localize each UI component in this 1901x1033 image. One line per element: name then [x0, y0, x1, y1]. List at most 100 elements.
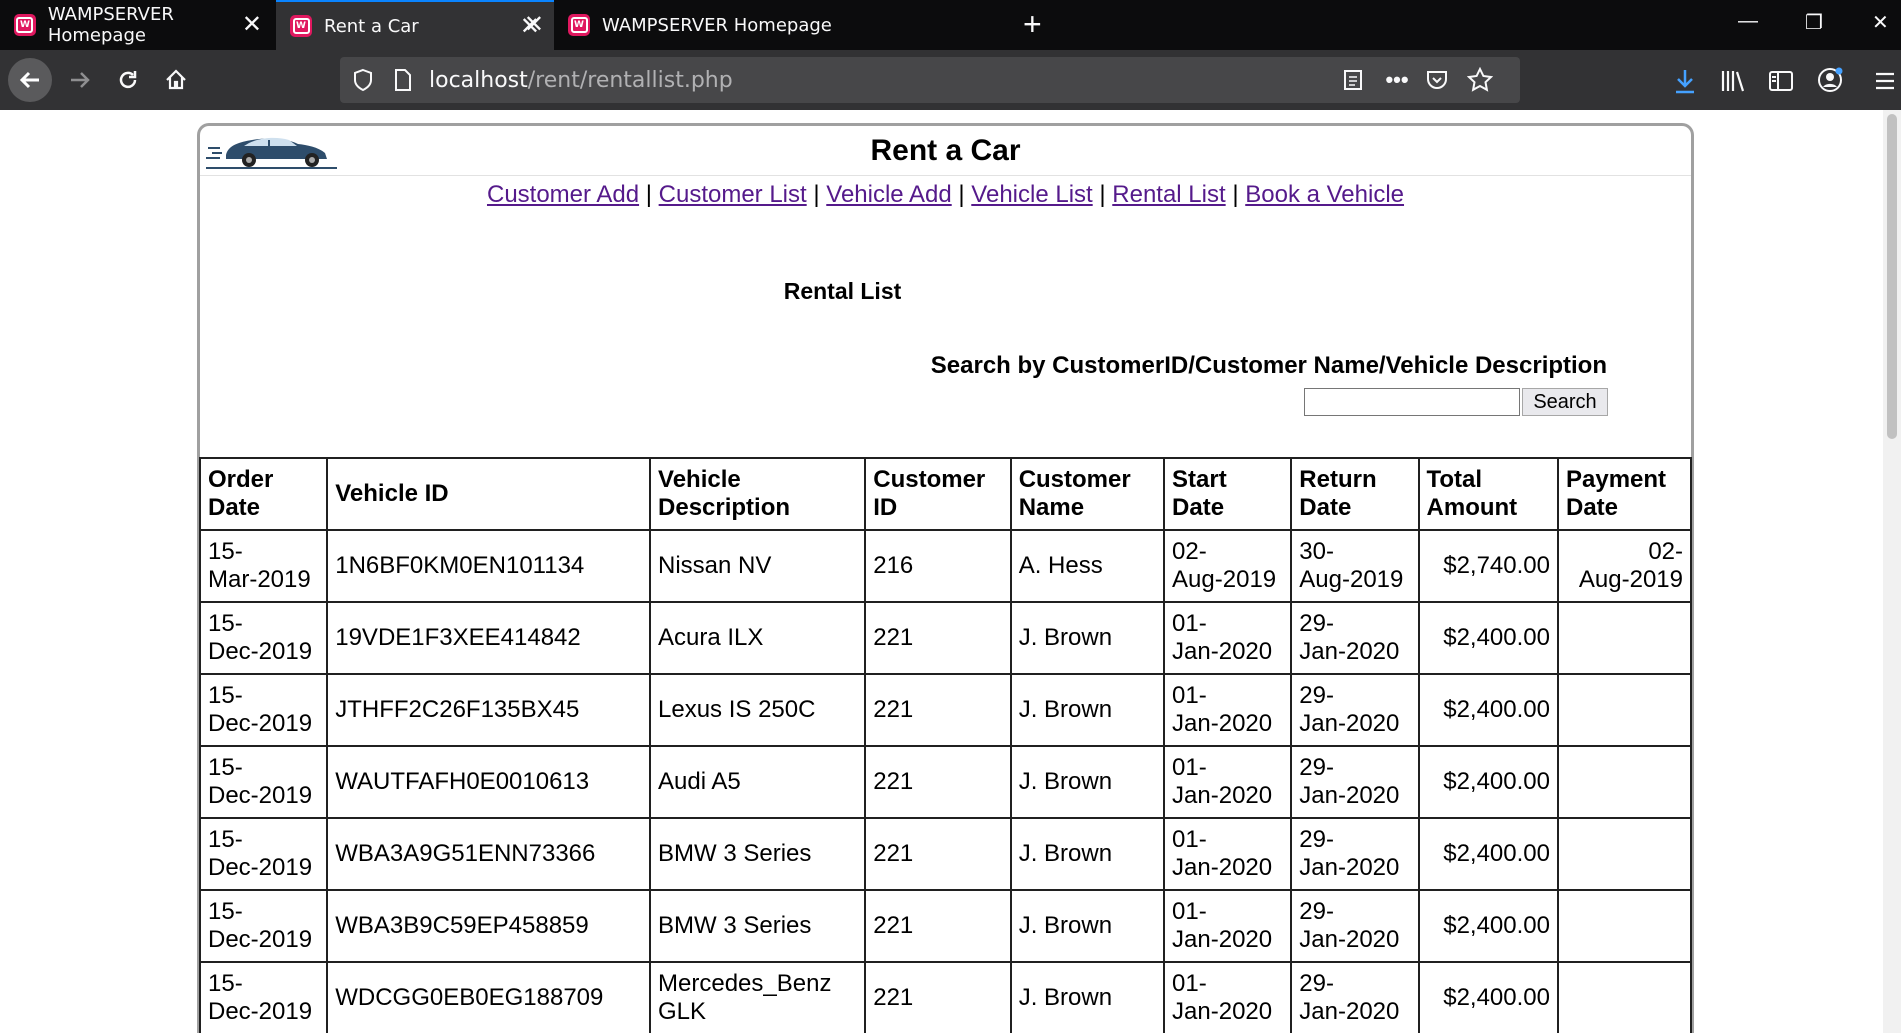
- cell-text: 15-: [208, 970, 243, 997]
- cell-vehicle-description: Lexus IS 250C: [649, 673, 867, 747]
- cell-customer-id: 216: [864, 529, 1012, 603]
- table-row: 15- Dec-2019 19VDE1F3XEE414842 Acura ILX 221…: [198, 601, 1692, 675]
- column-header-payment-date: Payment Date: [1557, 457, 1692, 531]
- menu-vehicle-add[interactable]: Vehicle Add: [826, 181, 951, 208]
- page-icon: [390, 67, 416, 93]
- download-icon[interactable]: [1670, 66, 1700, 96]
- column-header-customer-name: Customer Name: [1009, 457, 1166, 531]
- cell-order-date: 15- Dec-2019: [198, 889, 329, 963]
- cell-vehicle-id: JTHFF2C26F135BX45: [326, 673, 652, 747]
- column-header-vehicle-id: Vehicle ID: [326, 457, 652, 531]
- cell-customer-id: 221: [864, 673, 1012, 747]
- cell-text: Dec-2019: [208, 854, 313, 881]
- tab-title: WAMPSERVER Homepage: [602, 14, 832, 36]
- search-button[interactable]: Search: [1522, 388, 1608, 416]
- page-title: Rental List: [783, 278, 902, 304]
- restore-icon[interactable]: ❐: [1805, 10, 1823, 35]
- cell-payment-date: 02- Aug-2019: [1557, 529, 1692, 603]
- account-icon[interactable]: [1814, 64, 1846, 96]
- menu-customer-list[interactable]: Customer List: [659, 181, 807, 208]
- bookmark-star-icon[interactable]: [1466, 66, 1494, 94]
- menu-customer-add[interactable]: Customer Add: [487, 181, 639, 208]
- cell-text: Jan-2020: [1172, 710, 1273, 737]
- cell-return-date: 30- Aug-2019: [1290, 529, 1420, 603]
- url-path: /rent/rentallist.php: [527, 68, 733, 93]
- cell-total-amount: $2,400.00: [1417, 889, 1560, 963]
- cell-text: GLK: [658, 998, 707, 1025]
- search-label: Search by CustomerID/Customer Name/Vehic…: [930, 352, 1607, 379]
- cell-text: Jan-2020: [1172, 782, 1273, 809]
- vertical-scrollbar[interactable]: [1883, 110, 1901, 1033]
- menu-separator: |: [1099, 181, 1106, 208]
- wampserver-icon: W: [14, 14, 36, 36]
- table-row: 15- Dec-2019 WDCGG0EB0EG188709 Mercedes_Ben…: [198, 961, 1692, 1033]
- cell-text: 29-: [1299, 970, 1334, 997]
- plus-icon[interactable]: +: [1023, 8, 1042, 40]
- minimize-icon[interactable]: —: [1738, 10, 1758, 33]
- close-icon[interactable]: ✕: [242, 12, 262, 36]
- url-bar[interactable]: localhost/rent/rentallist.php •••: [340, 57, 1520, 103]
- cell-start-date: 01- Jan-2020: [1163, 745, 1293, 819]
- cell-vehicle-description: Nissan NV: [649, 529, 867, 603]
- scrollbar-thumb[interactable]: [1887, 114, 1897, 439]
- home-icon[interactable]: [154, 58, 198, 102]
- menu-vehicle-list[interactable]: Vehicle List: [971, 181, 1092, 208]
- table-row: 15- Dec-2019 WBA3B9C59EP458859 BMW 3 Series…: [198, 889, 1692, 963]
- close-icon[interactable]: ✕: [524, 12, 544, 36]
- header-text: Date: [1566, 494, 1619, 521]
- cell-payment-date: [1557, 817, 1692, 891]
- menu-separator: |: [958, 181, 965, 208]
- column-header-order-date: Order Date: [198, 457, 329, 531]
- cell-vehicle-id: WBA3A9G51ENN73366: [326, 817, 652, 891]
- column-header-start-date: Start Date: [1163, 457, 1293, 531]
- menu-rental-list[interactable]: Rental List: [1112, 181, 1225, 208]
- column-header-total-amount: Total Amount: [1417, 457, 1560, 531]
- tab-wampserver-2[interactable]: W WAMPSERVER Homepage ✕: [524, 0, 1004, 50]
- table-row: 15- Dec-2019 JTHFF2C26F135BX45 Lexus IS 250…: [198, 673, 1692, 747]
- cell-payment-date: [1557, 601, 1692, 675]
- cell-text: 29-: [1299, 826, 1334, 853]
- cell-order-date: 15- Dec-2019: [198, 745, 329, 819]
- cell-text: Dec-2019: [208, 782, 313, 809]
- url-text[interactable]: localhost/rent/rentallist.php: [429, 68, 733, 93]
- table-row: 15- Mar-2019 1N6BF0KM0EN101134 Nissan NV 216…: [198, 529, 1692, 603]
- sidebar-icon[interactable]: [1766, 66, 1796, 96]
- library-icon[interactable]: [1718, 66, 1748, 96]
- menu-separator: |: [1232, 181, 1239, 208]
- shield-icon[interactable]: [350, 67, 376, 93]
- cell-text: BMW 3 Series: [658, 912, 812, 939]
- header-text: ID: [873, 494, 898, 521]
- back-arrow-icon[interactable]: [8, 58, 52, 102]
- reader-view-icon[interactable]: [1340, 67, 1366, 93]
- menu-separator: |: [645, 181, 652, 208]
- header-text: Name: [1018, 494, 1085, 521]
- pocket-icon[interactable]: [1424, 67, 1450, 93]
- tab-wampserver-1[interactable]: W WAMPSERVER Homepage ✕: [0, 0, 276, 50]
- cell-vehicle-description: BMW 3 Series: [649, 889, 867, 963]
- cell-text: Dec-2019: [208, 998, 313, 1025]
- window-close-icon[interactable]: ✕: [1872, 10, 1889, 35]
- header-text: Description: [658, 494, 791, 521]
- search-input[interactable]: [1304, 388, 1520, 416]
- cell-payment-date: [1557, 745, 1692, 819]
- cell-text: Dec-2019: [208, 638, 313, 665]
- reload-icon[interactable]: [106, 58, 150, 102]
- cell-customer-id: 221: [864, 745, 1012, 819]
- cell-start-date: 01- Jan-2020: [1163, 889, 1293, 963]
- cell-return-date: 29- Jan-2020: [1290, 673, 1420, 747]
- header-text: Start Date: [1172, 466, 1227, 521]
- cell-order-date: 15- Dec-2019: [198, 601, 329, 675]
- header-text: Payment: [1566, 466, 1667, 493]
- tab-rent-a-car[interactable]: W Rent a Car ✕: [276, 0, 554, 50]
- cell-customer-id: 221: [864, 817, 1012, 891]
- menu-book-a-vehicle[interactable]: Book a Vehicle: [1245, 181, 1404, 208]
- cell-text: 01-: [1172, 754, 1207, 781]
- more-icon[interactable]: •••: [1382, 67, 1412, 93]
- cell-text: 01-: [1172, 898, 1207, 925]
- forward-arrow-icon[interactable]: [58, 58, 102, 102]
- cell-vehicle-id: WDCGG0EB0EG188709: [326, 961, 652, 1033]
- menu-icon[interactable]: [1870, 66, 1900, 96]
- rental-table: Order Date Vehicle ID Vehicle Description Cus…: [198, 457, 1692, 1033]
- cell-text: Jan-2020: [1299, 782, 1400, 809]
- cell-total-amount: $2,400.00: [1417, 673, 1560, 747]
